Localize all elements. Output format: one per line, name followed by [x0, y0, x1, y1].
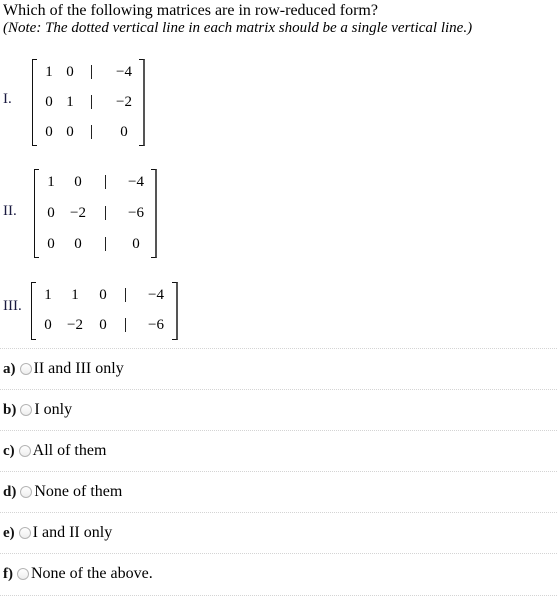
option-letter: a) [3, 360, 16, 377]
option-text: All of them [32, 442, 107, 459]
matrix-cell: 1 [66, 94, 74, 110]
matrix-cell: 0 [132, 236, 140, 252]
divider [0, 348, 557, 349]
question-text: Which of the following matrices are in r… [3, 2, 378, 19]
answer-option-e[interactable]: e) I and II only [3, 523, 112, 543]
answer-option-f[interactable]: f) None of the above. [3, 564, 153, 584]
divider [0, 553, 557, 554]
option-text: None of the above. [31, 565, 153, 582]
augment-separator [91, 95, 92, 109]
augment-separator [105, 175, 106, 189]
matrix-cell: 0 [47, 236, 55, 252]
matrix-cell: −2 [116, 94, 132, 110]
matrix-cell: −2 [67, 317, 83, 333]
matrix-label-3: III. [3, 298, 22, 314]
radio-button[interactable] [17, 568, 29, 580]
augment-separator [105, 237, 106, 251]
matrix-cell: 0 [66, 64, 74, 80]
divider [0, 430, 557, 431]
augment-separator [91, 65, 92, 79]
matrix-label-2: II. [3, 203, 17, 219]
matrix-cell: 0 [99, 287, 107, 303]
radio-button[interactable] [18, 527, 31, 539]
option-text: I and II only [32, 524, 113, 541]
question-note: (Note: The dotted vertical line in each … [3, 20, 473, 36]
option-letter: d) [3, 483, 17, 500]
matrix-2: 1 0 −4 0 −2 −6 0 0 0 [34, 169, 157, 258]
matrix-cell: −2 [70, 205, 86, 221]
option-letter: e) [3, 524, 15, 541]
option-text: II and III only [33, 360, 124, 377]
radio-button[interactable] [18, 445, 31, 457]
augment-separator [105, 206, 106, 220]
radio-button[interactable] [19, 363, 32, 375]
matrix-cell: −4 [128, 174, 144, 190]
option-letter: b) [3, 401, 17, 418]
augment-separator [125, 288, 126, 302]
matrix-cell: −4 [116, 64, 132, 80]
answer-option-b[interactable]: b) I only [3, 400, 72, 420]
matrix-cell: 0 [120, 124, 128, 140]
divider [0, 389, 557, 390]
option-letter: c) [3, 442, 15, 459]
matrix-cell: 0 [47, 205, 55, 221]
right-bracket [172, 282, 178, 340]
right-bracket [139, 59, 145, 146]
option-text: I only [34, 401, 73, 418]
matrix-cell: −6 [128, 205, 144, 221]
option-text: None of them [34, 483, 123, 500]
right-bracket [151, 169, 157, 258]
matrix-cell: 0 [74, 174, 82, 190]
matrix-3: 1 1 0 −4 0 −2 0 −6 [31, 282, 178, 340]
divider [0, 471, 557, 472]
matrix-label-1: I. [3, 91, 12, 107]
matrix-cell: −4 [148, 287, 164, 303]
matrix-cell: 0 [66, 124, 74, 140]
option-letter: f) [3, 565, 13, 582]
answer-option-a[interactable]: a) II and III only [3, 359, 124, 379]
matrix-1: 1 0 −4 0 1 −2 0 0 0 [32, 59, 145, 146]
radio-button[interactable] [20, 404, 33, 416]
matrix-cell: 0 [99, 317, 107, 333]
answer-option-d[interactable]: d) None of them [3, 482, 122, 502]
matrix-cell: 1 [71, 287, 79, 303]
divider [0, 595, 557, 596]
augment-separator [125, 318, 126, 332]
matrix-cell: 0 [74, 236, 82, 252]
matrix-cell: 0 [44, 317, 52, 333]
matrix-cell: −6 [148, 317, 164, 333]
radio-button[interactable] [20, 486, 33, 498]
answer-option-c[interactable]: c) All of them [3, 441, 106, 461]
matrix-cell: 1 [47, 174, 55, 190]
divider [0, 512, 557, 513]
augment-separator [91, 125, 92, 139]
matrix-cell: 1 [44, 287, 52, 303]
